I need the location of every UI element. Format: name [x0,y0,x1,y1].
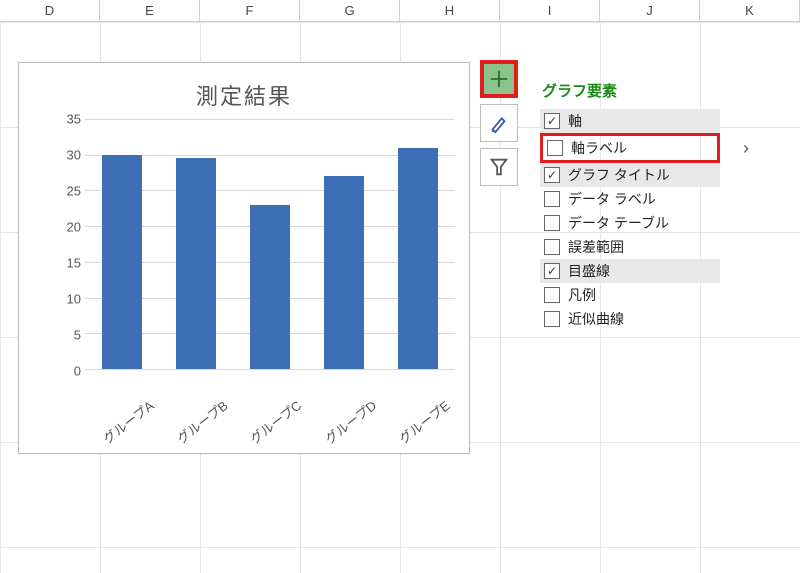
checkbox[interactable]: ✓ [544,113,560,129]
column-header[interactable]: K [700,0,800,21]
y-tick-label: 35 [55,112,81,127]
popup-item-7[interactable]: 凡例 [540,283,720,307]
popup-item-0[interactable]: ✓軸 [540,109,720,133]
popup-item-4[interactable]: データ テーブル [540,211,720,235]
x-axis-labels: グループAグループBグループCグループDグループE [85,414,455,433]
gridline [85,369,455,370]
chevron-right-icon[interactable]: › [743,138,749,159]
y-tick-label: 10 [55,292,81,307]
checkbox[interactable] [547,140,563,156]
funnel-icon [488,156,510,178]
column-header[interactable]: H [400,0,500,21]
popup-item-8[interactable]: 近似曲線 [540,307,720,331]
column-header[interactable]: D [0,0,100,21]
column-header[interactable]: E [100,0,200,21]
popup-item-label: 軸 [568,111,582,131]
x-tick-label: グループC [246,395,305,447]
bar[interactable] [398,148,438,369]
chart-title[interactable]: 測定結果 [19,63,469,119]
x-tick-label: グループA [98,396,157,448]
checkbox[interactable] [544,191,560,207]
y-tick-label: 30 [55,148,81,163]
y-tick-label: 5 [55,328,81,343]
bar[interactable] [102,155,142,369]
popup-item-3[interactable]: データ ラベル [540,187,720,211]
checkbox[interactable]: ✓ [544,167,560,183]
plot-area: 05101520253035 グループAグループBグループCグループDグループE [55,119,455,393]
popup-item-5[interactable]: 誤差範囲 [540,235,720,259]
chart-filters-button[interactable] [480,148,518,186]
chart-elements-popup: グラフ要素 ✓軸軸ラベル›✓グラフ タイトルデータ ラベルデータ テーブル誤差範… [540,76,720,331]
column-header[interactable]: J [600,0,700,21]
popup-item-label: 凡例 [568,285,596,305]
chart-side-buttons [480,60,518,186]
bars [85,119,455,369]
brush-icon [488,112,510,134]
y-tick-label: 25 [55,184,81,199]
y-tick-label: 0 [55,364,81,379]
x-tick-label: グループE [395,396,454,448]
checkbox[interactable]: ✓ [544,263,560,279]
checkbox[interactable] [544,287,560,303]
popup-item-label: 誤差範囲 [568,237,624,257]
popup-item-1[interactable]: 軸ラベル› [540,133,720,163]
checkbox[interactable] [544,311,560,327]
checkbox[interactable] [544,239,560,255]
chart-container[interactable]: 測定結果 05101520253035 グループAグループBグループCグループD… [18,62,470,454]
popup-item-6[interactable]: ✓ 目盛線 [540,259,720,283]
popup-item-label: 目盛線 [568,261,610,281]
popup-item-2[interactable]: ✓ グラフ タイトル [540,163,720,187]
column-header[interactable]: G [300,0,400,21]
chart-styles-button[interactable] [480,104,518,142]
popup-item-label: 近似曲線 [568,309,624,329]
y-tick-label: 20 [55,220,81,235]
bar[interactable] [250,205,290,369]
column-headers: DEFGHIJK [0,0,800,22]
chart-elements-button[interactable] [480,60,518,98]
checkbox[interactable] [544,215,560,231]
column-header[interactable]: I [500,0,600,21]
popup-title: グラフ要素 [540,76,720,109]
x-tick-label: グループD [320,395,379,447]
plus-icon [488,68,510,90]
bar[interactable] [324,176,364,369]
popup-item-label: グラフ タイトル [568,165,670,185]
y-tick-label: 15 [55,256,81,271]
x-tick-label: グループB [172,396,231,448]
bar[interactable] [176,158,216,369]
column-header[interactable]: F [200,0,300,21]
popup-item-label: データ テーブル [568,213,669,233]
popup-item-label: 軸ラベル [571,138,627,158]
popup-item-label: データ ラベル [568,189,656,209]
